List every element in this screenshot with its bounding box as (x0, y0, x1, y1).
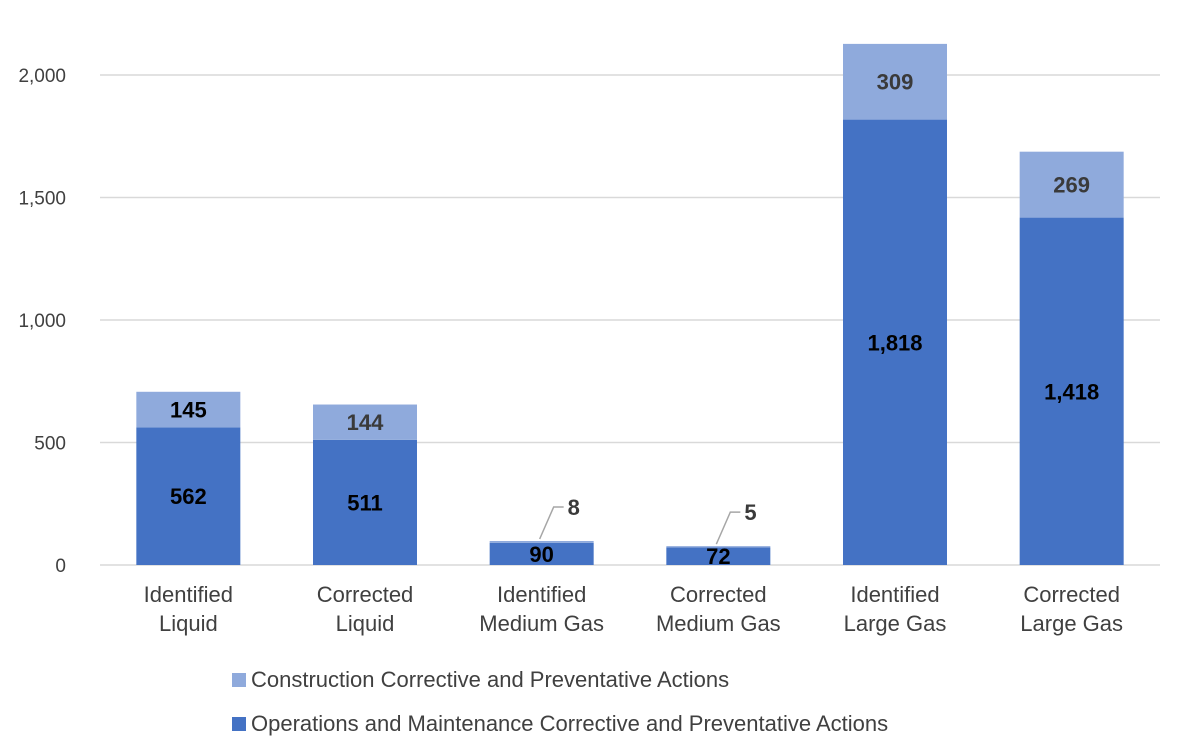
x-category-label: Corrected (670, 582, 767, 607)
x-category-label: Medium Gas (479, 611, 604, 636)
data-label-construction: 145 (170, 398, 207, 423)
legend-swatch-operations (232, 717, 246, 731)
x-category-label: Identified (850, 582, 939, 607)
x-category-label: Identified (497, 582, 586, 607)
x-category-label: Identified (144, 582, 233, 607)
legend-item-construction: Construction Corrective and Preventative… (232, 658, 888, 702)
x-category-label: Large Gas (844, 611, 947, 636)
stacked-bar-chart: 0 500 1,000 1,500 2,000 562 145 511 144 90 8 72 5 1,… (18, 43, 1160, 636)
y-tick-label: 1,500 (18, 189, 66, 210)
bars (136, 43, 1124, 565)
data-label-construction: 269 (1053, 173, 1090, 198)
x-category-label: Medium Gas (656, 611, 781, 636)
data-label-construction: 8 (568, 495, 580, 520)
data-label-construction: 5 (744, 500, 756, 525)
y-tick-label: 2,000 (18, 66, 66, 87)
data-label-operations: 72 (706, 544, 730, 569)
leader-line (538, 506, 564, 540)
y-tick-label: 0 (55, 556, 66, 577)
x-category-label: Liquid (336, 611, 395, 636)
legend-label-construction: Construction Corrective and Preventative… (251, 667, 730, 692)
x-category-label: Large Gas (1020, 611, 1123, 636)
data-label-operations: 511 (347, 490, 383, 515)
data-label-operations: 1,418 (1044, 379, 1099, 404)
data-label-operations: 90 (529, 542, 553, 567)
x-category-label: Corrected (1023, 582, 1120, 607)
x-category-label: Liquid (159, 611, 218, 636)
legend: Construction Corrective and Preventative… (232, 658, 888, 746)
legend-swatch-construction (232, 673, 246, 687)
data-label-construction: 309 (877, 70, 914, 95)
legend-item-operations: Operations and Maintenance Corrective an… (232, 702, 888, 746)
x-category-label: Corrected (317, 582, 414, 607)
x-axis-category-labels: Identified Liquid Corrected Liquid Identifie… (144, 582, 1123, 636)
leader-line (715, 511, 741, 545)
data-label-operations: 1,818 (867, 330, 922, 355)
y-axis-tick-labels: 0 500 1,000 1,500 2,000 (18, 66, 66, 577)
legend-label-operations: Operations and Maintenance Corrective an… (251, 711, 889, 736)
data-label-construction: 144 (347, 410, 384, 435)
gridlines (100, 74, 1160, 566)
y-tick-label: 1,000 (18, 311, 66, 332)
data-label-operations: 562 (170, 484, 207, 509)
y-tick-label: 500 (34, 434, 66, 455)
